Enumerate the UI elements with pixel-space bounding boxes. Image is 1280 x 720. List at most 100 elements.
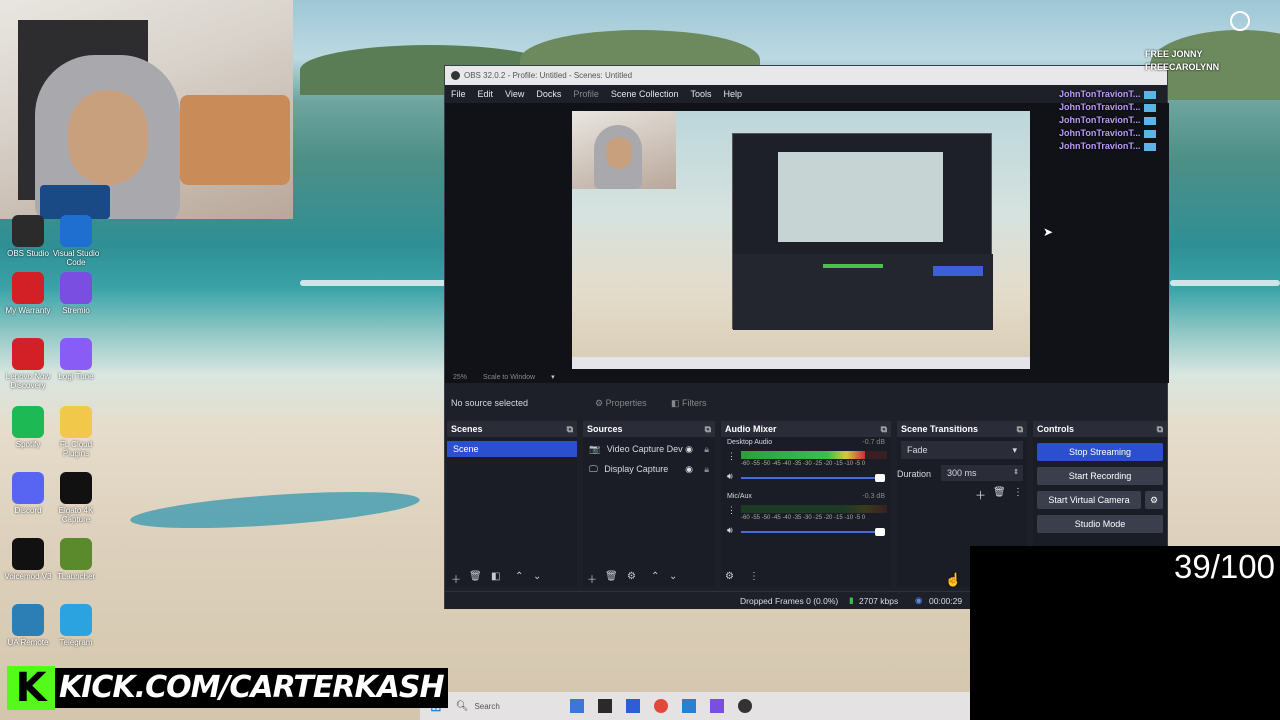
dock-icon[interactable]: ⧉ [705, 421, 711, 437]
remove-source-button[interactable]: 🗑 [605, 571, 618, 582]
volume-slider[interactable] [741, 528, 885, 536]
app-icon[interactable] [625, 699, 640, 713]
chrome-icon[interactable] [653, 699, 668, 713]
chat-entry: JohnTonTravionT... [1059, 115, 1157, 125]
desktop-icon-label: Logi Tune [58, 372, 94, 381]
menu-docks[interactable]: Docks [530, 89, 567, 99]
desktop-icon[interactable]: Elgato 4K Capture [48, 472, 104, 524]
program-preview[interactable] [572, 111, 1030, 369]
desktop-icon-label: Stremio [62, 306, 90, 315]
add-transition-button[interactable]: ＋ [975, 487, 986, 503]
menu-edit[interactable]: Edit [472, 89, 500, 99]
duration-label: Duration [897, 469, 932, 479]
advanced-audio-icon[interactable]: ⚙ [725, 571, 734, 582]
desktop-icon[interactable]: Telegram [48, 604, 104, 647]
menu-scene-collection[interactable]: Scene Collection [605, 89, 685, 99]
scene-transitions-header: Scene Transitions ⧉ [897, 421, 1027, 437]
scenes-header: Scenes ⧉ [447, 421, 577, 437]
menu-profile[interactable]: Profile [567, 89, 605, 99]
obs-titlebar[interactable]: OBS 32.0.2 - Profile: Untitled - Scenes:… [445, 66, 1167, 85]
gear-icon[interactable]: ⚙ [1145, 491, 1163, 509]
scene-item[interactable]: Scene [447, 441, 577, 457]
add-source-button[interactable]: ＋ [587, 571, 597, 586]
menu-file[interactable]: File [445, 89, 472, 99]
desktop-icon[interactable]: TLauncher [48, 538, 104, 581]
speaker-icon[interactable]: 🔊︎ [727, 471, 733, 482]
desktop-icon[interactable]: Logi Tune [48, 338, 104, 381]
volume-slider[interactable] [741, 474, 885, 482]
start-recording-button[interactable]: Start Recording [1037, 467, 1163, 485]
slider-handle[interactable] [875, 474, 885, 482]
move-up-icon[interactable]: ⌃ [651, 571, 659, 582]
meter-scale: -60 -55 -50 -45 -40 -35 -30 -25 -20 -15 … [741, 461, 866, 467]
app-icon [12, 604, 44, 636]
desktop-icon-label: FL Cloud Plugins [59, 440, 93, 458]
chat-user: JohnTonTravionT... [1059, 141, 1141, 151]
source-settings-icon[interactable]: ⚙ [627, 571, 636, 582]
zoom-label[interactable]: 25% [453, 374, 467, 381]
zoom-row: 25% Scale to Window ▾ [453, 373, 555, 381]
app-icon [60, 472, 92, 504]
transition-select[interactable]: Fade ▾ [901, 441, 1023, 459]
remove-transition-button[interactable]: 🗑 [993, 487, 1006, 498]
app-icon[interactable] [569, 699, 584, 713]
eye-icon[interactable]: ◉ [685, 441, 693, 457]
source-row[interactable]: 📷 Video Capture Dev ◉ 🔒︎ [589, 441, 713, 457]
app-icon[interactable] [597, 699, 612, 713]
slider-handle[interactable] [875, 528, 885, 536]
speaker-icon[interactable]: 🔊︎ [727, 525, 733, 536]
goal-counter: 39/100 [1174, 548, 1275, 585]
dock-icon[interactable]: ⧉ [881, 421, 887, 437]
dock-icon[interactable]: ⧉ [1017, 421, 1023, 437]
search-icon[interactable]: 🔍︎ [456, 701, 469, 712]
remove-scene-button[interactable]: 🗑 [469, 571, 482, 582]
start-virtual-camera-button[interactable]: Start Virtual Camera [1037, 491, 1141, 509]
chevron-down-icon[interactable]: ▾ [551, 374, 555, 381]
menu-view[interactable]: View [499, 89, 530, 99]
properties-button[interactable]: ⚙ Properties [595, 398, 647, 409]
add-scene-button[interactable]: ＋ [451, 571, 461, 586]
chair [180, 95, 290, 185]
dock-icon[interactable]: ⧉ [567, 421, 573, 437]
sources-list: 📷 Video Capture Dev ◉ 🔒︎ 🖵 Display Captu… [583, 437, 715, 587]
stop-streaming-button[interactable]: Stop Streaming [1037, 443, 1163, 461]
taskbar-search[interactable]: Search [474, 702, 499, 711]
more-icon[interactable]: ⋮ [1013, 487, 1023, 498]
spinner-icon[interactable]: ⇕ [1013, 465, 1019, 481]
app-icon[interactable] [709, 699, 724, 713]
chevron-down-icon: ▾ [1012, 445, 1017, 455]
dock-icon[interactable]: ⧉ [1157, 421, 1163, 437]
obs-icon[interactable] [737, 699, 752, 713]
desktop-icon[interactable]: Visual Studio Code [48, 215, 104, 267]
scale-to-window[interactable]: Scale to Window [483, 374, 535, 381]
more-icon[interactable]: ⋮ [727, 505, 736, 516]
move-down-icon[interactable]: ⌄ [533, 571, 541, 582]
duration-input[interactable]: 300 ms ⇕ [941, 465, 1023, 481]
desktop-icon[interactable]: Stremio [48, 272, 104, 315]
no-source-label: No source selected [451, 398, 529, 408]
more-icon[interactable]: ⋮ [749, 571, 759, 582]
filters-button[interactable]: ◧ Filters [671, 398, 707, 409]
desktop-icon-label: Elgato 4K Capture [58, 506, 94, 524]
audio-mixer-body: Desktop Audio -0.7 dB ⋮ -60 -55 -50 -45 … [721, 437, 891, 587]
overlay-logo-icon [1230, 11, 1250, 31]
properties-label: Properties [605, 398, 647, 408]
source-row[interactable]: 🖵 Display Capture ◉ 🔒︎ [589, 461, 713, 477]
studio-mode-button[interactable]: Studio Mode [1037, 515, 1163, 533]
move-up-icon[interactable]: ⌃ [515, 571, 523, 582]
lock-icon[interactable]: 🔒︎ [704, 441, 709, 457]
menu-tools[interactable]: Tools [684, 89, 717, 99]
sources-title: Sources [587, 424, 623, 434]
transition-value: Fade [907, 445, 928, 455]
move-down-icon[interactable]: ⌄ [669, 571, 677, 582]
app-icon[interactable] [681, 699, 696, 713]
lock-icon[interactable]: 🔒︎ [704, 461, 709, 477]
desktop-icon[interactable]: FL Cloud Plugins [48, 406, 104, 458]
eye-icon[interactable]: ◉ [685, 461, 693, 477]
more-icon[interactable]: ⋮ [727, 451, 736, 462]
controls-header: Controls ⧉ [1033, 421, 1167, 437]
chat-user: JohnTonTravionT... [1059, 89, 1141, 99]
badge-icon [1144, 142, 1157, 151]
scene-filters-icon[interactable]: ◧ [491, 571, 500, 582]
menu-help[interactable]: Help [717, 89, 748, 99]
